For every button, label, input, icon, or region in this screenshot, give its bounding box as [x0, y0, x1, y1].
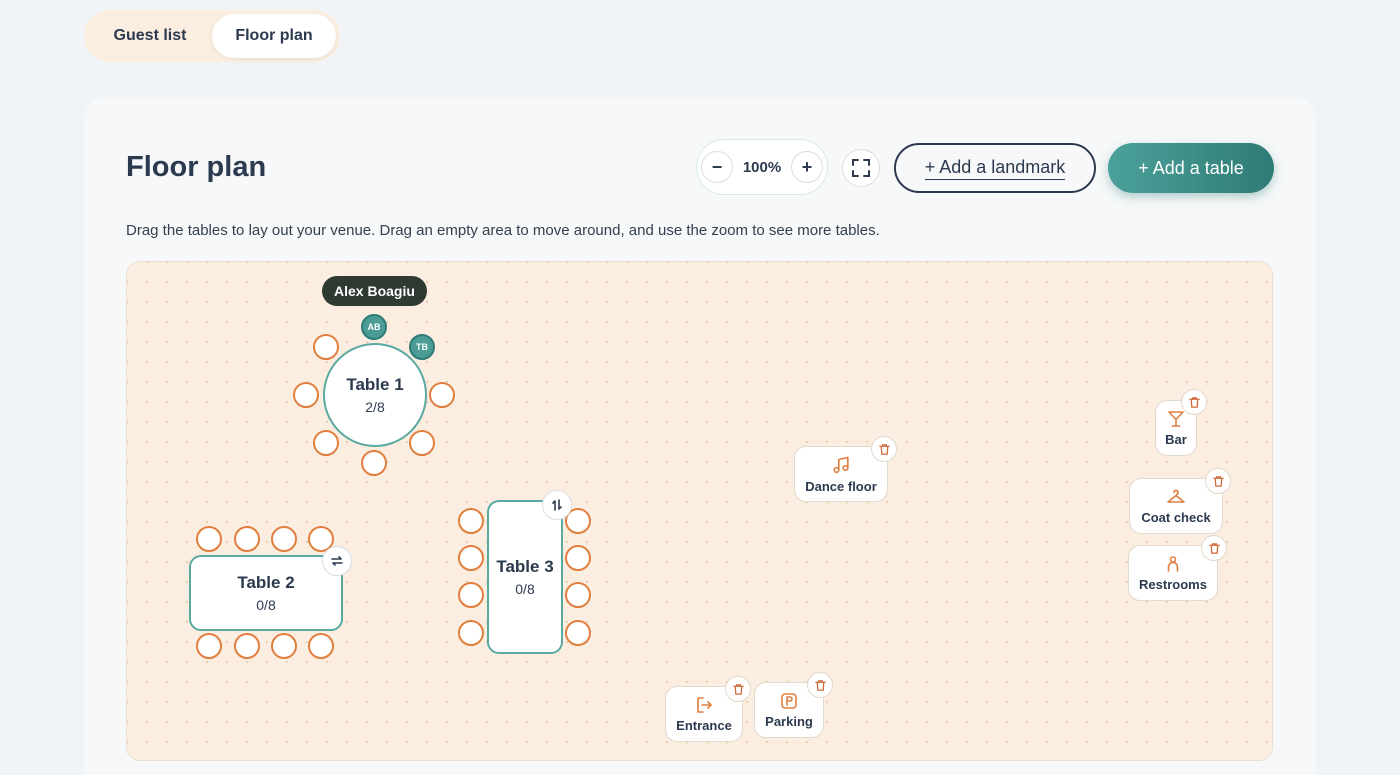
delete-landmark-button[interactable]	[1181, 389, 1207, 415]
add-table-button[interactable]: + Add a table	[1108, 143, 1274, 193]
seat[interactable]	[429, 382, 455, 408]
seat[interactable]	[313, 430, 339, 456]
delete-landmark-button[interactable]	[871, 436, 897, 462]
seat[interactable]	[293, 382, 319, 408]
delete-landmark-button[interactable]	[1205, 468, 1231, 494]
guest-tooltip: Alex Boagiu	[322, 276, 427, 306]
seat[interactable]	[313, 334, 339, 360]
parking-icon	[781, 692, 797, 709]
guest-avatar[interactable]: TB	[409, 334, 435, 360]
rotate-table-button[interactable]	[322, 546, 352, 576]
landmark-label: Restrooms	[1139, 576, 1207, 592]
seat[interactable]	[565, 620, 591, 646]
seat[interactable]	[458, 620, 484, 646]
seat[interactable]	[271, 633, 297, 659]
seat[interactable]	[196, 526, 222, 552]
trash-icon	[814, 679, 826, 691]
tab-floor-plan[interactable]: Floor plan	[212, 14, 336, 58]
page-title: Floor plan	[126, 151, 267, 183]
seat[interactable]	[196, 633, 222, 659]
zoom-level: 100%	[742, 158, 782, 176]
swap-icon	[331, 556, 343, 566]
landmark-label: Bar	[1165, 431, 1187, 447]
trash-icon	[878, 443, 890, 455]
table-name: Table 1	[346, 375, 404, 394]
fullscreen-icon	[852, 159, 870, 177]
table-name: Table 3	[496, 557, 554, 576]
swap-vertical-icon	[552, 499, 562, 511]
table-name: Table 2	[237, 573, 295, 592]
floor-plan-canvas[interactable]: Alex Boagiu AB TB Table 1 2/8 Table 2 0/…	[126, 261, 1273, 761]
seat[interactable]	[458, 582, 484, 608]
instructions-text: Drag the tables to lay out your venue. D…	[126, 222, 880, 239]
landmark-label: Parking	[765, 713, 813, 729]
seat[interactable]	[234, 633, 260, 659]
landmark-label: Dance floor	[805, 478, 877, 494]
fit-to-screen-button[interactable]	[842, 149, 880, 187]
seat[interactable]	[409, 430, 435, 456]
table-count: 0/8	[256, 597, 276, 613]
hanger-icon	[1167, 489, 1185, 503]
person-icon	[1167, 555, 1179, 572]
zoom-in-button[interactable]: +	[791, 151, 823, 183]
rotate-table-button[interactable]	[542, 490, 572, 520]
trash-icon	[1188, 396, 1200, 408]
zoom-control: − 100% +	[696, 139, 828, 195]
cocktail-icon	[1168, 410, 1184, 427]
table-3[interactable]: Table 3 0/8	[487, 500, 563, 654]
landmark-label: Entrance	[676, 717, 732, 733]
trash-icon	[732, 683, 744, 695]
seat[interactable]	[361, 450, 387, 476]
tab-guest-list[interactable]: Guest list	[88, 14, 212, 58]
table-2[interactable]: Table 2 0/8	[189, 555, 343, 631]
delete-landmark-button[interactable]	[725, 676, 751, 702]
table-count: 0/8	[515, 581, 535, 597]
seat[interactable]	[458, 545, 484, 571]
delete-landmark-button[interactable]	[1201, 535, 1227, 561]
seat[interactable]	[565, 582, 591, 608]
seat[interactable]	[308, 633, 334, 659]
delete-landmark-button[interactable]	[807, 672, 833, 698]
zoom-out-button[interactable]: −	[701, 151, 733, 183]
view-tabs: Guest list Floor plan	[84, 10, 340, 62]
music-note-icon	[833, 456, 849, 473]
seat[interactable]	[458, 508, 484, 534]
seat[interactable]	[565, 545, 591, 571]
seat[interactable]	[234, 526, 260, 552]
guest-avatar[interactable]: AB	[361, 314, 387, 340]
table-count: 2/8	[365, 399, 385, 415]
seat[interactable]	[271, 526, 297, 552]
trash-icon	[1212, 475, 1224, 487]
table-1[interactable]: Table 1 2/8	[323, 343, 427, 447]
add-landmark-button[interactable]: + Add a landmark	[894, 143, 1096, 193]
entrance-icon	[697, 696, 712, 713]
trash-icon	[1208, 542, 1220, 554]
landmark-label: Coat check	[1141, 509, 1211, 525]
